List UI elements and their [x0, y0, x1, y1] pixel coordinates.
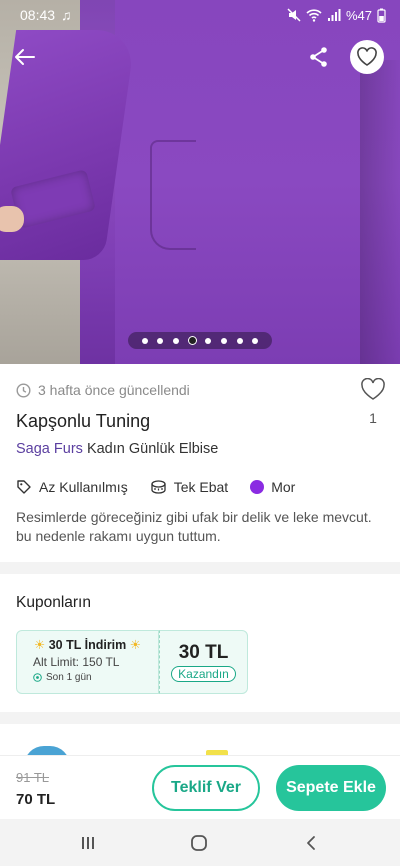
pagination-dot[interactable] — [188, 337, 196, 344]
section-divider — [0, 712, 400, 724]
brand-link[interactable]: Saga Furs — [16, 441, 83, 457]
pagination-dot[interactable] — [205, 337, 212, 344]
back-button[interactable] — [10, 42, 40, 72]
pagination-dot[interactable] — [252, 337, 259, 344]
product-photo[interactable] — [0, 0, 400, 364]
arrow-left-icon — [15, 49, 35, 65]
status-time: 08:43 — [20, 7, 56, 23]
coupon-amount-box: 30 TL Kazandın — [159, 630, 248, 694]
clock-icon — [16, 382, 31, 398]
heart-outline-icon — [361, 377, 385, 400]
share-icon — [310, 47, 327, 67]
coupon-discount: 30 TL İndirim — [48, 638, 127, 652]
coupon-amount: 30 TL — [178, 642, 229, 663]
category-text: Kadın Günlük Elbise — [86, 441, 219, 457]
old-price: 91 TL — [16, 770, 50, 785]
coupon-details: ☀ 30 TL İndirim ☀ Alt Limit: 150 TL Son … — [16, 630, 159, 694]
make-offer-button[interactable]: Teklif Ver — [152, 765, 260, 811]
coupon-card[interactable]: ☀ 30 TL İndirim ☀ Alt Limit: 150 TL Son … — [16, 630, 248, 694]
add-to-cart-button[interactable]: Sepete Ekle — [276, 765, 386, 811]
wifi-icon — [306, 9, 322, 22]
pagination-dot[interactable] — [236, 337, 243, 344]
sun-icon: ☀ — [129, 638, 141, 652]
pagination-dot[interactable] — [172, 337, 179, 344]
condition-text: Az Kullanılmış — [39, 479, 128, 495]
recent-apps-icon — [82, 837, 94, 849]
photo-pagination — [128, 332, 272, 349]
tag-icon — [17, 480, 31, 494]
favorite-button[interactable] — [350, 40, 384, 74]
signal-icon — [327, 9, 341, 21]
coupon-time-text: Son 1 gün — [46, 672, 92, 683]
clock-icon — [33, 673, 42, 682]
size-attribute: Tek Ebat — [150, 479, 228, 495]
current-price: 70 TL — [16, 791, 56, 808]
recent-apps-button[interactable] — [73, 831, 103, 855]
status-bar: 08:43 ♫ %47 — [0, 0, 400, 30]
product-attributes: Az Kullanılmış Tek Ebat Mor — [16, 479, 317, 495]
system-back-button[interactable] — [296, 831, 326, 855]
brand-category-line: Saga Furs Kadın Günlük Elbise — [16, 441, 218, 457]
pagination-dot[interactable] — [220, 337, 227, 344]
size-text: Tek Ebat — [173, 479, 229, 495]
purchase-bar: 91 TL 70 TL Teklif Ver Sepete Ekle — [0, 755, 400, 819]
battery-level: %47 — [345, 7, 372, 23]
mute-icon — [287, 8, 301, 22]
like-button[interactable]: 1 — [358, 377, 388, 426]
tape-measure-icon — [151, 480, 166, 494]
music-note-icon: ♫ — [61, 7, 72, 23]
garment-fold — [360, 60, 400, 364]
product-description: Resimlerde göreceğiniz gibi ufak bir del… — [16, 509, 372, 544]
product-title: Kapşonlu Tuning — [16, 411, 151, 431]
heart-icon — [357, 47, 377, 66]
sun-icon: ☀ — [34, 638, 46, 652]
condition-attribute: Az Kullanılmış — [16, 479, 128, 495]
garment-pocket — [150, 140, 196, 250]
like-count: 1 — [369, 410, 377, 426]
chevron-left-icon — [307, 836, 315, 850]
coupon-won-badge: Kazandın — [171, 666, 236, 682]
color-text: Mor — [271, 479, 296, 495]
coupon-time-left: Son 1 gün — [17, 672, 158, 683]
pagination-dot[interactable] — [157, 337, 164, 344]
pagination-dot[interactable] — [141, 337, 148, 344]
coupon-min-limit: Alt Limit: 150 TL — [33, 655, 120, 669]
color-attribute: Mor — [250, 479, 295, 495]
hand — [0, 206, 24, 232]
home-icon — [191, 835, 207, 851]
battery-icon — [377, 8, 386, 23]
color-swatch — [250, 480, 265, 494]
coupon-title: ☀ 30 TL İndirim ☀ — [17, 637, 158, 652]
system-nav-bar — [0, 819, 400, 866]
section-divider — [0, 562, 400, 574]
updated-info: 3 hafta önce güncellendi — [16, 382, 190, 398]
share-button[interactable] — [304, 42, 334, 72]
home-button[interactable] — [184, 831, 214, 855]
coupons-heading: Kuponların — [16, 594, 91, 611]
updated-text: 3 hafta önce güncellendi — [38, 382, 190, 398]
